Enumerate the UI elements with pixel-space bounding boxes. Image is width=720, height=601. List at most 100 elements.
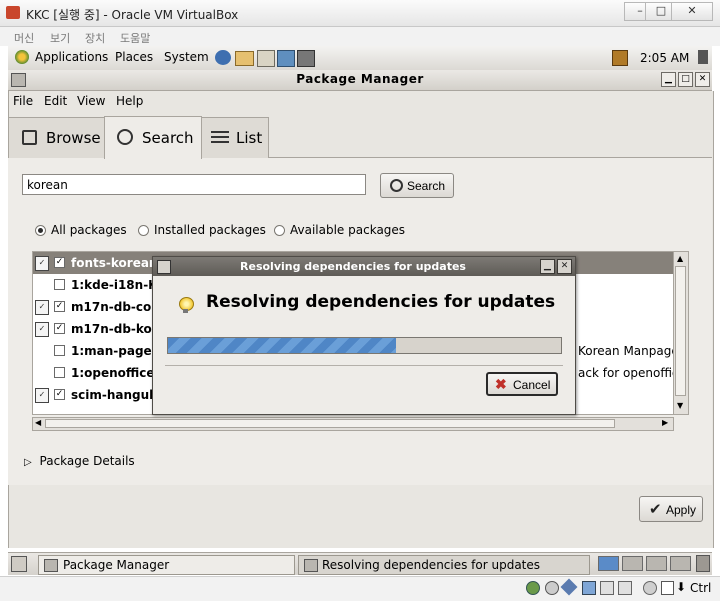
lightbulb-icon bbox=[179, 297, 194, 313]
launcher-terminal-icon[interactable] bbox=[297, 50, 315, 67]
package-name: 1:man-pages bbox=[71, 344, 159, 358]
hard-disk-icon[interactable] bbox=[526, 581, 540, 595]
update-notifier-icon[interactable] bbox=[612, 50, 628, 66]
package-checkbox[interactable] bbox=[54, 367, 65, 378]
package-name: 1:openoffice bbox=[71, 366, 155, 380]
radio-available-packages-label[interactable]: Available packages bbox=[290, 223, 405, 237]
close-button[interactable]: ✕ bbox=[671, 2, 713, 21]
dialog-title: Resolving dependencies for updates bbox=[240, 260, 466, 273]
host-window-title: KKC [실행 중] - Oracle VM VirtualBox bbox=[26, 8, 239, 22]
package-checkbox[interactable]: ✓ bbox=[54, 323, 65, 334]
checkmark-icon: ✔ bbox=[649, 501, 662, 518]
panel-clock[interactable]: 2:05 AM bbox=[640, 51, 689, 65]
dialog-minimize-button[interactable]: ▁ bbox=[540, 259, 555, 274]
mouse-integration-icon[interactable] bbox=[661, 581, 674, 595]
taskbar-item-label: Resolving dependencies for updates bbox=[322, 558, 541, 572]
gnome-top-panel: Applications Places System 2:05 AM bbox=[8, 46, 712, 71]
launcher-editor-icon[interactable] bbox=[257, 50, 275, 67]
host-menu-machine[interactable]: 머신 bbox=[14, 30, 34, 46]
search-input[interactable] bbox=[22, 174, 366, 195]
network-icon[interactable] bbox=[582, 581, 596, 595]
tab-list[interactable]: List bbox=[201, 117, 269, 158]
cancel-icon: ✖ bbox=[495, 376, 507, 392]
scroll-up-icon[interactable]: ▲ bbox=[677, 254, 683, 263]
scroll-thumb[interactable] bbox=[675, 266, 686, 396]
launcher-browser-icon[interactable] bbox=[215, 50, 231, 65]
apply-button[interactable]: ✔ Apply bbox=[639, 496, 703, 522]
menu-help[interactable]: Help bbox=[116, 94, 143, 108]
package-checkbox[interactable]: ✓ bbox=[54, 301, 65, 312]
scroll-right-icon[interactable]: ▶ bbox=[662, 418, 668, 427]
package-list-horizontal-scrollbar[interactable]: ◀ ▶ bbox=[32, 417, 674, 431]
package-details-label: Package Details bbox=[39, 454, 135, 468]
menu-view[interactable]: View bbox=[77, 94, 105, 108]
installed-package-icon: ✓ bbox=[35, 322, 49, 337]
radio-all-packages[interactable] bbox=[35, 225, 46, 236]
progress-bar-fill bbox=[168, 338, 396, 353]
package-details-expander[interactable]: ▷ Package Details bbox=[24, 454, 135, 468]
cancel-button-label: Cancel bbox=[513, 378, 551, 392]
menu-edit[interactable]: Edit bbox=[44, 94, 67, 108]
browse-icon bbox=[22, 130, 37, 145]
panel-menu-system[interactable]: System bbox=[164, 50, 209, 64]
window-minimize-button[interactable]: ▁ bbox=[661, 72, 676, 87]
panel-menu-places[interactable]: Places bbox=[115, 50, 153, 64]
taskbar-item-package-manager[interactable]: Package Manager bbox=[38, 555, 295, 575]
host-key-arrow-icon: ⬇ bbox=[676, 580, 687, 594]
radio-installed-packages[interactable] bbox=[138, 225, 149, 236]
host-key-label: Ctrl bbox=[690, 581, 712, 595]
package-checkbox[interactable] bbox=[54, 279, 65, 290]
launcher-notes-icon[interactable] bbox=[277, 50, 295, 67]
optical-drive-icon[interactable] bbox=[545, 581, 559, 595]
magnifier-icon bbox=[117, 129, 133, 145]
radio-all-packages-label[interactable]: All packages bbox=[51, 223, 127, 237]
panel-menu-applications[interactable]: Applications bbox=[35, 50, 108, 64]
panel-speaker-icon[interactable] bbox=[698, 50, 708, 64]
window-title: Package Manager bbox=[296, 72, 424, 86]
tab-search-label: Search bbox=[142, 129, 194, 147]
trash-icon[interactable] bbox=[696, 555, 710, 572]
launcher-mail-icon[interactable] bbox=[235, 51, 254, 66]
apply-button-label: Apply bbox=[666, 503, 697, 517]
gnome-foot-icon bbox=[15, 50, 29, 64]
tab-browse[interactable]: Browse bbox=[8, 117, 105, 158]
package-name: scim-hangul bbox=[71, 388, 154, 402]
scroll-left-icon[interactable]: ◀ bbox=[35, 418, 41, 427]
workspace-4[interactable] bbox=[670, 556, 691, 571]
cancel-button[interactable]: ✖ Cancel bbox=[486, 372, 558, 396]
usb-icon[interactable] bbox=[560, 578, 578, 596]
display-icon[interactable] bbox=[618, 581, 632, 595]
radio-installed-packages-label[interactable]: Installed packages bbox=[154, 223, 266, 237]
workspace-1[interactable] bbox=[598, 556, 619, 571]
horizontal-scroll-thumb[interactable] bbox=[45, 419, 615, 428]
search-button[interactable]: Search bbox=[380, 173, 454, 198]
package-summary: ack for openoffice bbox=[578, 366, 673, 380]
window-close-button[interactable]: ✕ bbox=[695, 72, 710, 87]
show-desktop-icon[interactable] bbox=[11, 556, 27, 572]
workspace-2[interactable] bbox=[622, 556, 643, 571]
taskbar-item-resolving-dependencies[interactable]: Resolving dependencies for updates bbox=[298, 555, 590, 575]
host-menu-view[interactable]: 보기 bbox=[50, 30, 70, 46]
tab-search[interactable]: Search bbox=[104, 116, 202, 159]
package-checkbox[interactable]: ✓ bbox=[54, 257, 65, 268]
host-menu-help[interactable]: 도움말 bbox=[120, 30, 150, 46]
package-checkbox[interactable]: ✓ bbox=[54, 389, 65, 400]
resolving-dependencies-dialog: Resolving dependencies for updates ▁ ✕ R… bbox=[152, 256, 576, 415]
radio-available-packages[interactable] bbox=[274, 225, 285, 236]
tab-list-label: List bbox=[236, 129, 263, 147]
package-list-vertical-scrollbar[interactable]: ▲ ▼ bbox=[673, 251, 689, 415]
workspace-3[interactable] bbox=[646, 556, 667, 571]
window-maximize-button[interactable]: □ bbox=[678, 72, 693, 87]
package-checkbox[interactable] bbox=[54, 345, 65, 356]
host-menu-devices[interactable]: 장치 bbox=[85, 30, 105, 46]
installed-package-icon: ✓ bbox=[35, 388, 49, 403]
package-name: m17n-db-co bbox=[71, 300, 152, 314]
capture-icon[interactable] bbox=[643, 581, 657, 595]
package-summary: Korean Manpage bbox=[578, 344, 674, 358]
search-button-label: Search bbox=[407, 179, 446, 193]
menu-file[interactable]: File bbox=[13, 94, 33, 108]
package-name: m17n-db-ko bbox=[71, 322, 152, 336]
shared-folder-icon[interactable] bbox=[600, 581, 614, 595]
scroll-down-icon[interactable]: ▼ bbox=[677, 401, 683, 410]
dialog-close-button[interactable]: ✕ bbox=[557, 259, 572, 274]
